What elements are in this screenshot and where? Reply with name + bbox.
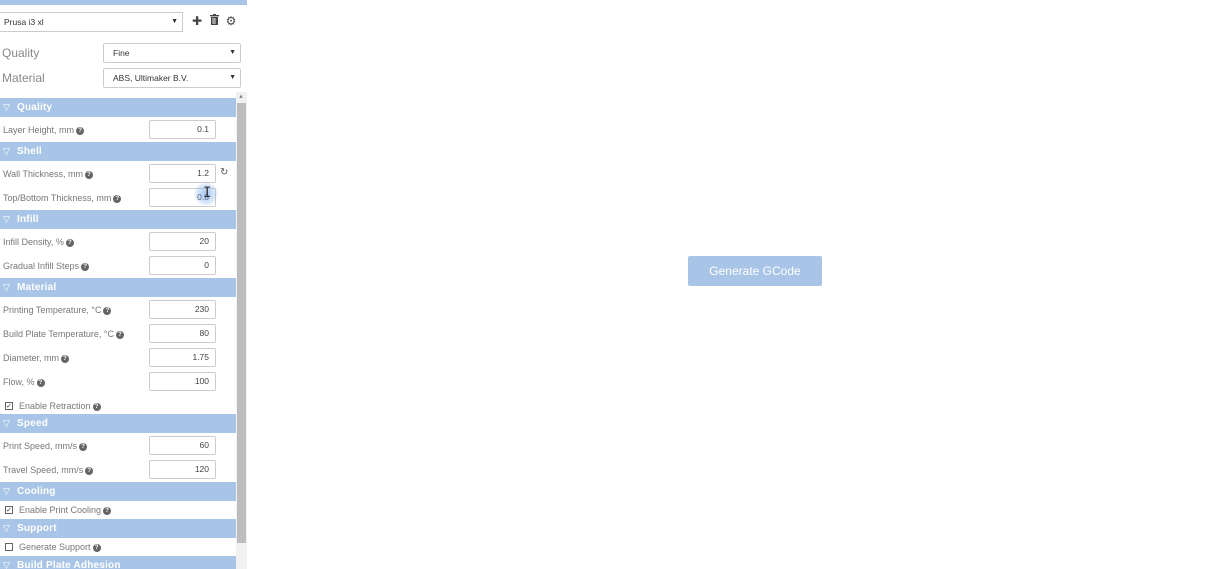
top-bottom-thickness-label: Top/Bottom Thickness, mm?: [3, 192, 122, 204]
section-title: Infill: [17, 214, 39, 225]
travel-speed-label: Travel Speed, mm/s?: [3, 464, 94, 476]
help-icon[interactable]: ?: [103, 507, 112, 515]
collapse-triangle-icon: ▽: [3, 102, 11, 112]
collapse-triangle-icon: ▽: [3, 146, 11, 156]
help-icon[interactable]: ?: [79, 443, 88, 451]
section-support-header[interactable]: ▽ Support: [0, 519, 236, 538]
help-icon[interactable]: ?: [76, 127, 85, 135]
settings-list: ▽ Quality Layer Height, mm? 0.1 ▽ Shell …: [0, 98, 236, 569]
generate-gcode-button[interactable]: Generate GCode: [688, 256, 822, 286]
collapse-triangle-icon: ▽: [3, 486, 11, 496]
section-infill-header[interactable]: ▽ Infill: [0, 210, 236, 229]
diameter-label: Diameter, mm?: [3, 352, 70, 364]
help-icon[interactable]: ?: [81, 263, 90, 271]
build-plate-temperature-label: Build Plate Temperature, °C?: [3, 328, 124, 340]
enable-retraction-checkbox[interactable]: ✓: [5, 402, 13, 410]
material-label: Material: [2, 71, 45, 85]
settings-scrollbar[interactable]: ▲: [236, 92, 247, 569]
print-speed-label: Print Speed, mm/s?: [3, 440, 88, 452]
trash-icon[interactable]: [208, 14, 220, 28]
section-title: Shell: [17, 146, 42, 157]
quality-select-value: Fine: [113, 48, 130, 58]
build-plate-temperature-input[interactable]: 80: [149, 324, 216, 343]
reset-icon[interactable]: ↻: [220, 167, 228, 178]
section-material-header[interactable]: ▽ Material: [0, 278, 236, 297]
collapse-triangle-icon: ▽: [3, 523, 11, 533]
printer-select[interactable]: Prusa i3 xl ▼: [0, 12, 183, 32]
printing-temperature-input[interactable]: 230: [149, 300, 216, 319]
printer-select-value: Prusa i3 xl: [4, 17, 44, 27]
section-title: Build Plate Adhesion: [17, 560, 121, 569]
text-cursor-icon: I: [203, 185, 212, 201]
quality-select[interactable]: Fine ▼: [103, 43, 241, 63]
infill-density-label: Infill Density, %?: [3, 236, 74, 248]
chevron-down-icon: ▼: [229, 49, 236, 56]
gear-icon[interactable]: ⚙: [225, 14, 237, 28]
scroll-up-icon[interactable]: ▲: [238, 94, 244, 100]
section-title: Speed: [17, 418, 49, 429]
section-cooling-header[interactable]: ▽ Cooling: [0, 482, 236, 501]
section-title: Material: [17, 282, 57, 293]
chevron-down-icon: ▼: [171, 18, 178, 25]
enable-retraction-label: Enable Retraction?: [19, 400, 101, 412]
section-speed-header[interactable]: ▽ Speed: [0, 414, 236, 433]
section-quality-header[interactable]: ▽ Quality: [0, 98, 236, 117]
help-icon[interactable]: ?: [36, 379, 45, 387]
printing-temperature-label: Printing Temperature, °C?: [3, 304, 112, 316]
layer-height-label: Layer Height, mm?: [3, 124, 85, 136]
enable-print-cooling-label: Enable Print Cooling?: [19, 504, 112, 516]
help-icon[interactable]: ?: [113, 195, 122, 203]
help-icon[interactable]: ?: [103, 307, 112, 315]
scrollbar-thumb[interactable]: [237, 103, 246, 543]
help-icon[interactable]: ?: [85, 171, 94, 179]
section-title: Quality: [17, 102, 53, 113]
section-shell-header[interactable]: ▽ Shell: [0, 142, 236, 161]
travel-speed-input[interactable]: 120: [149, 460, 216, 479]
material-select-value: ABS, Ultimaker B.V.: [113, 73, 189, 83]
enable-print-cooling-checkbox[interactable]: ✓: [5, 506, 13, 514]
plus-icon[interactable]: ✚: [191, 14, 203, 28]
chevron-down-icon: ▼: [229, 74, 236, 81]
generate-support-checkbox[interactable]: [5, 543, 13, 551]
collapse-triangle-icon: ▽: [3, 214, 11, 224]
generate-support-label: Generate Support?: [19, 541, 101, 553]
help-icon[interactable]: ?: [92, 403, 101, 411]
print-speed-input[interactable]: 60: [149, 436, 216, 455]
material-row: Material ABS, Ultimaker B.V. ▼: [0, 68, 247, 88]
flow-label: Flow, %?: [3, 376, 45, 388]
flow-input[interactable]: 100: [149, 372, 216, 391]
wall-thickness-input[interactable]: 1.2: [149, 164, 216, 183]
gradual-infill-steps-input[interactable]: 0: [149, 256, 216, 275]
collapse-triangle-icon: ▽: [3, 560, 11, 569]
section-build-plate-adhesion-header[interactable]: ▽ Build Plate Adhesion: [0, 556, 236, 569]
help-icon[interactable]: ?: [61, 355, 70, 363]
gradual-infill-steps-label: Gradual Infill Steps?: [3, 260, 90, 272]
help-icon[interactable]: ?: [116, 331, 124, 339]
section-title: Support: [17, 523, 57, 534]
collapse-triangle-icon: ▽: [3, 418, 11, 428]
layer-height-input[interactable]: 0.1: [149, 120, 216, 139]
wall-thickness-label: Wall Thickness, mm?: [3, 168, 94, 180]
collapse-triangle-icon: ▽: [3, 282, 11, 292]
quality-row: Quality Fine ▼: [0, 43, 247, 63]
help-icon[interactable]: ?: [65, 239, 74, 247]
infill-density-input[interactable]: 20: [149, 232, 216, 251]
section-title: Cooling: [17, 486, 56, 497]
help-icon[interactable]: ?: [92, 544, 101, 552]
material-select[interactable]: ABS, Ultimaker B.V. ▼: [103, 68, 241, 88]
diameter-input[interactable]: 1.75: [149, 348, 216, 367]
printer-row: Prusa i3 xl ▼ ✚ ⚙: [0, 12, 247, 32]
quality-label: Quality: [2, 46, 40, 60]
settings-panel: Prusa i3 xl ▼ ✚ ⚙ Quality Fine ▼ Materia…: [0, 5, 247, 569]
help-icon[interactable]: ?: [85, 467, 94, 475]
